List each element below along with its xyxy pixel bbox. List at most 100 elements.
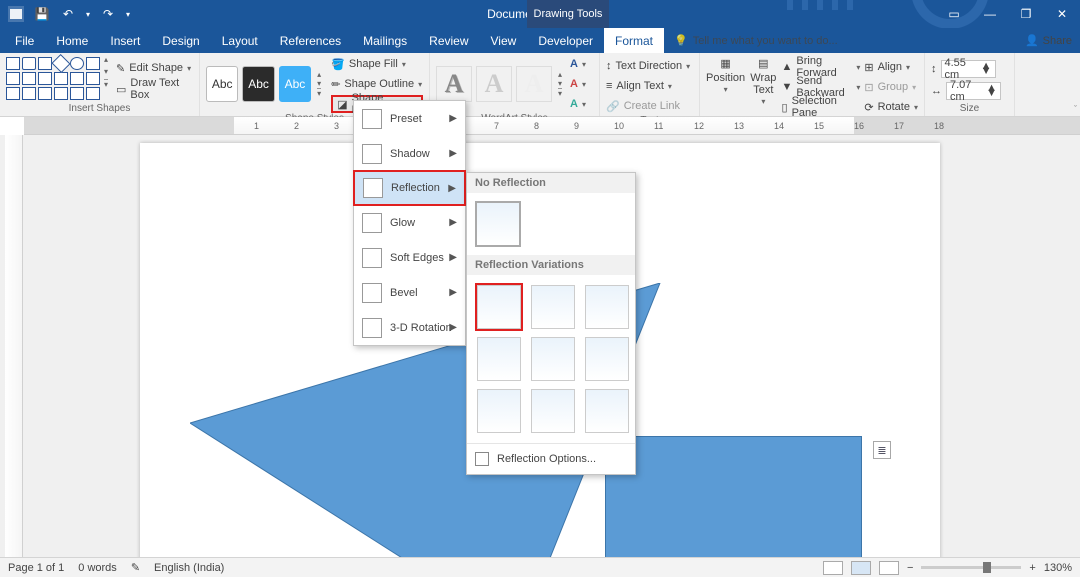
reflection-var-4[interactable] bbox=[477, 337, 521, 381]
tab-design[interactable]: Design bbox=[151, 28, 210, 53]
text-effects-button[interactable]: A▾ bbox=[570, 95, 586, 113]
position-button[interactable]: ▦Position▾ bbox=[706, 58, 745, 95]
shape-style-3[interactable]: Abc bbox=[279, 66, 311, 102]
reflection-none[interactable] bbox=[475, 201, 521, 247]
reflection-var-2[interactable] bbox=[531, 285, 575, 329]
style-more[interactable]: ▾ bbox=[317, 88, 321, 98]
word-icon bbox=[8, 6, 24, 22]
reflection-var-3[interactable] bbox=[585, 285, 629, 329]
title-bar: 💾 ↶ ▾ ↷ ▾ Document1 - Word Drawing Tools… bbox=[0, 0, 1080, 28]
undo-icon[interactable]: ↶ bbox=[60, 6, 76, 22]
tab-mailings[interactable]: Mailings bbox=[352, 28, 418, 53]
shape-outline-button[interactable]: ✏Shape Outline▾ bbox=[331, 75, 423, 93]
tab-view[interactable]: View bbox=[480, 28, 528, 53]
tab-developer[interactable]: Developer bbox=[527, 28, 604, 53]
tab-references[interactable]: References bbox=[269, 28, 352, 53]
tab-file[interactable]: File bbox=[4, 28, 45, 53]
restore-button[interactable]: ❐ bbox=[1008, 0, 1044, 28]
save-icon[interactable]: 💾 bbox=[34, 6, 50, 22]
view-web-layout[interactable] bbox=[879, 561, 899, 575]
wordart-style-1[interactable]: A bbox=[436, 66, 472, 102]
pane-icon: ▯ bbox=[782, 101, 788, 114]
group-text: ↕Text Direction▾ ≡Align Text▾ 🔗Create Li… bbox=[600, 53, 700, 116]
align-button[interactable]: ⊞Align▾ bbox=[864, 58, 918, 76]
tab-home[interactable]: Home bbox=[45, 28, 99, 53]
group-button: ⊡Group▾ bbox=[864, 78, 918, 96]
group-insert-shapes: ▴ ▾ ▾ ✎Edit Shape▾ ▭Draw Text Box Insert… bbox=[0, 53, 200, 116]
view-print-layout[interactable] bbox=[851, 561, 871, 575]
gallery-row-down[interactable]: ▾ bbox=[104, 67, 108, 76]
shape-style-2[interactable]: Abc bbox=[242, 66, 274, 102]
reflection-var-6[interactable] bbox=[585, 337, 629, 381]
zoom-slider[interactable] bbox=[921, 566, 1021, 569]
gallery-row-up[interactable]: ▴ bbox=[104, 55, 108, 64]
style-row-down[interactable]: ▾ bbox=[317, 79, 321, 88]
bring-forward-button[interactable]: ▲Bring Forward▾ bbox=[782, 58, 861, 76]
text-direction-button[interactable]: ↕Text Direction▾ bbox=[606, 57, 690, 75]
menu-glow[interactable]: Glow▶ bbox=[354, 205, 465, 240]
menu-shadow[interactable]: Shadow▶ bbox=[354, 136, 465, 171]
menu-soft-edges[interactable]: Soft Edges▶ bbox=[354, 240, 465, 275]
wordart-style-2[interactable]: A bbox=[476, 66, 512, 102]
reflection-var-9[interactable] bbox=[585, 389, 629, 433]
layout-options-icon[interactable]: ≣ bbox=[873, 441, 891, 459]
reflection-var-8[interactable] bbox=[531, 389, 575, 433]
edit-shape-icon: ✎ bbox=[116, 62, 125, 75]
close-button[interactable]: ✕ bbox=[1044, 0, 1080, 28]
tab-layout[interactable]: Layout bbox=[211, 28, 269, 53]
minimize-button[interactable]: — bbox=[972, 0, 1008, 28]
wa-row-up[interactable]: ▴ bbox=[558, 70, 562, 79]
send-backward-button[interactable]: ▼Send Backward▾ bbox=[782, 78, 861, 96]
reflection-options[interactable]: Reflection Options... bbox=[467, 443, 635, 474]
zoom-level[interactable]: 130% bbox=[1044, 562, 1072, 574]
status-word-count[interactable]: 0 words bbox=[78, 562, 117, 574]
collapse-ribbon-icon[interactable]: ˇ bbox=[1074, 104, 1077, 114]
shape-style-1[interactable]: Abc bbox=[206, 66, 238, 102]
gallery-more[interactable]: ▾ bbox=[104, 79, 108, 89]
shape-width-input[interactable]: 7.07 cm▲▼ bbox=[946, 82, 1001, 100]
menu-3d-rotation[interactable]: 3-D Rotation▶ bbox=[354, 310, 465, 345]
vertical-ruler[interactable] bbox=[5, 135, 23, 557]
text-fill-button[interactable]: A▾ bbox=[570, 55, 586, 73]
rectangle-shape[interactable] bbox=[605, 436, 862, 557]
selection-pane-button[interactable]: ▯Selection Pane bbox=[782, 98, 861, 116]
redo-icon[interactable]: ↷ bbox=[100, 6, 116, 22]
shape-effects-menu: Preset▶ Shadow▶ Reflection▶ Glow▶ Soft E… bbox=[353, 100, 466, 346]
wordart-style-3[interactable]: A bbox=[516, 66, 552, 102]
view-read-mode[interactable] bbox=[823, 561, 843, 575]
tab-review[interactable]: Review bbox=[418, 28, 479, 53]
share-icon: 👤 bbox=[1025, 34, 1039, 47]
tell-me-search[interactable]: 💡Tell me what you want to do... bbox=[664, 28, 838, 53]
menu-reflection[interactable]: Reflection▶ bbox=[353, 170, 466, 206]
status-page[interactable]: Page 1 of 1 bbox=[8, 562, 64, 574]
qat-customize-icon[interactable]: ▾ bbox=[126, 10, 130, 19]
shape-fill-button[interactable]: 🪣Shape Fill▾ bbox=[331, 55, 423, 73]
ribbon-display-options-button[interactable]: ▭ bbox=[936, 0, 972, 28]
align-text-button[interactable]: ≡Align Text▾ bbox=[606, 77, 690, 95]
reflection-var-5[interactable] bbox=[531, 337, 575, 381]
status-proofing-icon[interactable]: ✎ bbox=[131, 561, 140, 574]
tab-insert[interactable]: Insert bbox=[99, 28, 151, 53]
wrap-text-button[interactable]: ▤Wrap Text▾ bbox=[749, 58, 777, 107]
style-row-up[interactable]: ▴ bbox=[317, 70, 321, 79]
rotate-icon: ⟳ bbox=[864, 101, 873, 114]
reflection-var-7[interactable] bbox=[477, 389, 521, 433]
horizontal-ruler[interactable]: 123456789101112131415161718 bbox=[24, 117, 1080, 135]
zoom-in-button[interactable]: + bbox=[1029, 562, 1035, 574]
wa-more[interactable]: ▾ bbox=[558, 88, 562, 98]
edit-shape-button[interactable]: ✎Edit Shape▾ bbox=[116, 59, 193, 77]
draw-text-box-button[interactable]: ▭Draw Text Box bbox=[116, 80, 193, 98]
undo-more-icon[interactable]: ▾ bbox=[86, 10, 90, 19]
tab-format[interactable]: Format bbox=[604, 28, 664, 53]
menu-preset[interactable]: Preset▶ bbox=[354, 101, 465, 136]
zoom-out-button[interactable]: − bbox=[907, 562, 913, 574]
reflection-var-1[interactable] bbox=[477, 285, 521, 329]
share-button[interactable]: 👤Share bbox=[1025, 28, 1072, 53]
status-language[interactable]: English (India) bbox=[154, 562, 224, 574]
shapes-gallery[interactable] bbox=[6, 55, 100, 100]
menu-bevel[interactable]: Bevel▶ bbox=[354, 275, 465, 310]
wa-row-down[interactable]: ▾ bbox=[558, 79, 562, 88]
text-outline-button[interactable]: A▾ bbox=[570, 75, 586, 93]
rotate-button[interactable]: ⟳Rotate▾ bbox=[864, 98, 918, 116]
shape-height-input[interactable]: 4.55 cm▲▼ bbox=[941, 60, 996, 78]
